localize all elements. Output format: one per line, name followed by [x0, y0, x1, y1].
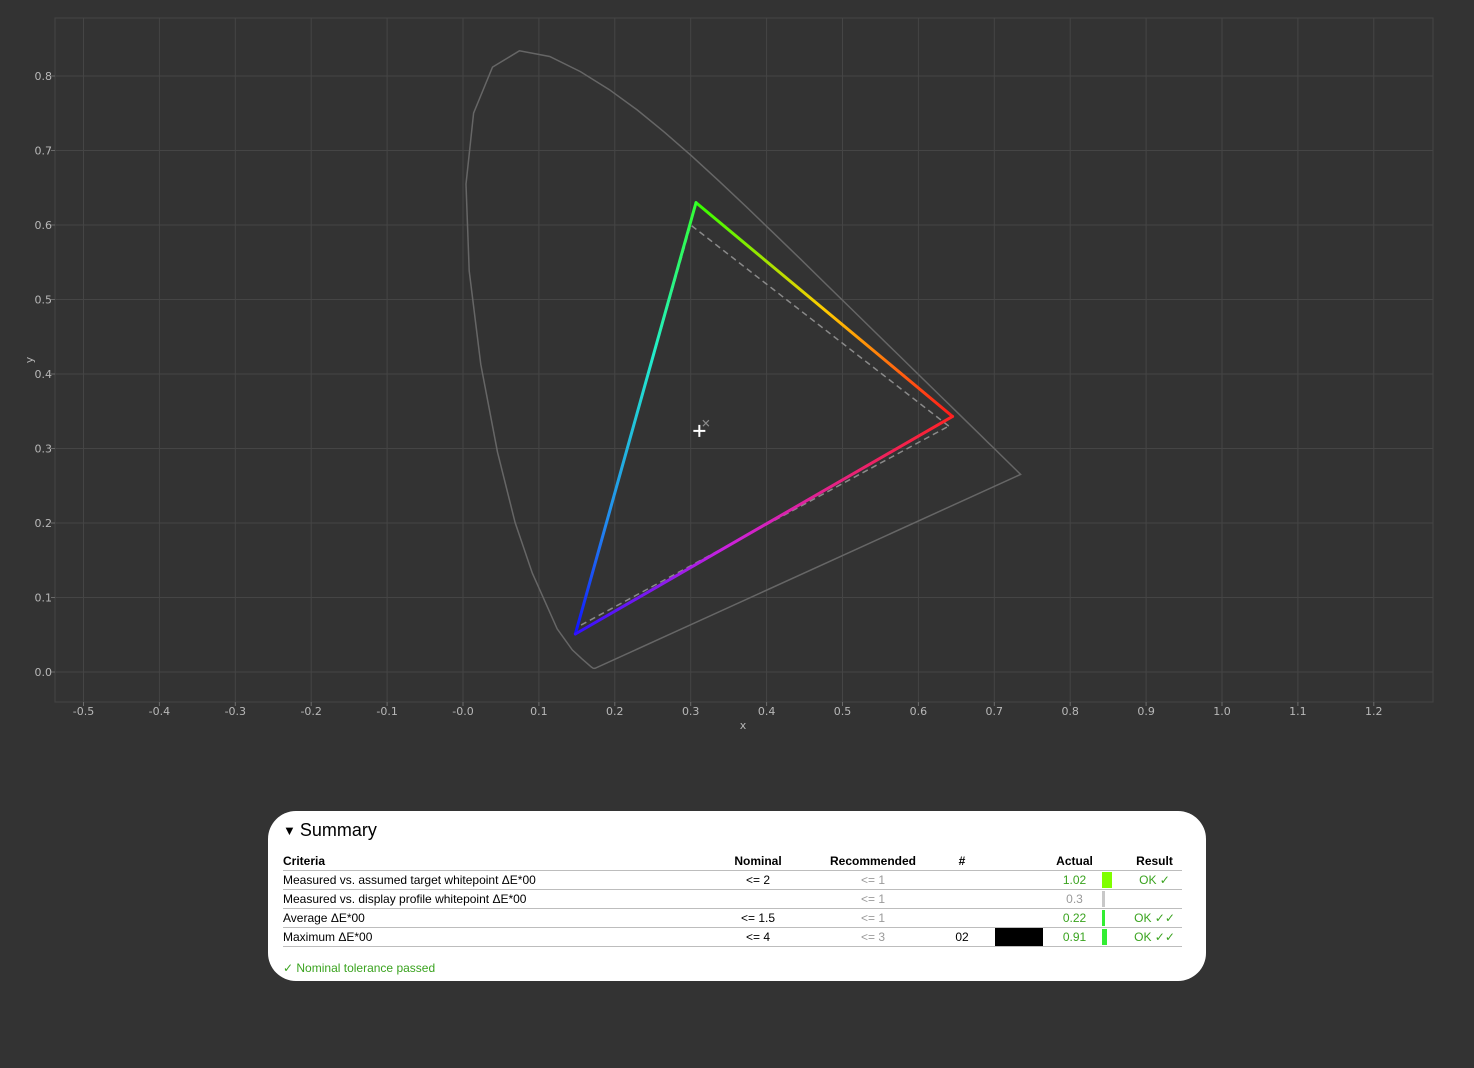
number-cell [933, 889, 991, 909]
summary-row: Average ΔE*00 <= 1.5 <= 1 0.22 OK ✓✓ [283, 908, 1182, 928]
x-tick-label: 1.1 [1289, 705, 1307, 718]
y-tick-label: 0.2 [35, 517, 53, 530]
number-header: # [933, 851, 991, 871]
actual-bar [1102, 929, 1107, 945]
plot-area [54, 17, 1434, 703]
color-swatch-cell [991, 908, 1047, 928]
recommended-header: Recommended [813, 851, 933, 871]
x-tick-label: 0.9 [1137, 705, 1155, 718]
actual-cell: 0.91 [1047, 927, 1102, 947]
nominal-cell: <= 1.5 [703, 908, 813, 928]
summary-row: Measured vs. assumed target whitepoint Δ… [283, 870, 1182, 890]
x-tick-label: 1.2 [1365, 705, 1383, 718]
number-cell: 02 [933, 927, 991, 947]
x-tick-label: 0.8 [1061, 705, 1079, 718]
actual-bar [1102, 872, 1112, 888]
collapse-triangle-icon[interactable]: ▼ [283, 823, 296, 838]
criteria-cell: Maximum ΔE*00 [283, 927, 703, 947]
x-tick-label: 1.0 [1213, 705, 1231, 718]
x-tick-label: -0.3 [225, 705, 246, 718]
y-tick-label: 0.4 [35, 368, 53, 381]
y-tick-label: 0.5 [35, 294, 53, 307]
actual-cell: 0.22 [1047, 908, 1102, 928]
actual-header: Actual [1047, 851, 1102, 871]
swatch-header [991, 851, 1047, 871]
summary-row: Measured vs. display profile whitepoint … [283, 889, 1182, 909]
result-cell: OK ✓✓ [1127, 927, 1182, 947]
summary-heading[interactable]: ▼ Summary [283, 819, 1183, 841]
y-tick-label: 0.7 [35, 145, 53, 158]
actual-cell: 1.02 [1047, 870, 1102, 890]
summary-header-row: Criteria Nominal Recommended # Actual Re… [283, 851, 1182, 871]
y-axis-ticks: 0.0 0.1 0.2 0.3 0.4 0.5 0.6 0.7 0.8 [35, 70, 55, 679]
nominal-cell [703, 889, 813, 909]
y-tick-label: 0.8 [35, 70, 53, 83]
y-tick-label: 0.3 [35, 443, 53, 456]
recommended-cell: <= 1 [813, 908, 933, 928]
result-header: Result [1127, 851, 1182, 871]
nominal-cell: <= 4 [703, 927, 813, 947]
criteria-cell: Average ΔE*00 [283, 908, 703, 928]
summary-table: Criteria Nominal Recommended # Actual Re… [283, 851, 1182, 947]
actual-cell: 0.3 [1047, 889, 1102, 909]
actual-bar [1102, 910, 1105, 926]
x-tick-label: -0.1 [376, 705, 397, 718]
x-tick-label: 0.5 [834, 705, 852, 718]
x-tick-label: -0.5 [73, 705, 94, 718]
y-tick-label: 0.0 [35, 666, 53, 679]
y-tick-label: 0.1 [35, 592, 53, 605]
color-swatch [995, 928, 1043, 946]
x-tick-label: -0.0 [452, 705, 473, 718]
x-tick-label: 0.4 [758, 705, 776, 718]
x-tick-label: -0.2 [300, 705, 321, 718]
summary-title: Summary [299, 819, 377, 840]
bar-header [1102, 851, 1127, 871]
x-tick-label: 0.1 [530, 705, 548, 718]
recommended-cell: <= 3 [813, 927, 933, 947]
x-tick-label: 0.2 [606, 705, 624, 718]
color-swatch-cell [991, 927, 1047, 947]
actual-bar-cell [1102, 927, 1127, 947]
cie-xy-chromaticity-chart: -0.5 -0.4 -0.3 -0.2 -0.1 -0.0 0.1 0.2 0.3 0.4 0.5 0… [23, 17, 1434, 732]
recommended-cell: <= 1 [813, 870, 933, 890]
x-tick-label: -0.4 [149, 705, 170, 718]
result-cell: OK ✓✓ [1127, 908, 1182, 928]
number-cell [933, 870, 991, 890]
criteria-cell: Measured vs. display profile whitepoint … [283, 889, 703, 909]
number-cell [933, 908, 991, 928]
x-tick-label: 0.7 [986, 705, 1004, 718]
recommended-cell: <= 1 [813, 889, 933, 909]
actual-bar-cell [1102, 908, 1127, 928]
x-axis-label: x [740, 719, 747, 732]
criteria-header: Criteria [283, 851, 703, 871]
criteria-cell: Measured vs. assumed target whitepoint Δ… [283, 870, 703, 890]
actual-bar [1102, 891, 1105, 907]
tolerance-status: ✓ Nominal tolerance passed [283, 961, 436, 975]
x-tick-label: 0.6 [910, 705, 928, 718]
x-axis-ticks: -0.5 -0.4 -0.3 -0.2 -0.1 -0.0 0.1 0.2 0.3 0.4 0.5 0… [73, 702, 1383, 718]
result-cell: OK ✓ [1127, 870, 1182, 890]
nominal-header: Nominal [703, 851, 813, 871]
result-cell [1127, 889, 1182, 909]
color-swatch-cell [991, 889, 1047, 909]
summary-panel: ▼ Summary Criteria Nominal Recommended #… [268, 811, 1206, 981]
actual-bar-cell [1102, 889, 1127, 909]
actual-bar-cell [1102, 870, 1127, 890]
x-tick-label: 0.3 [682, 705, 700, 718]
y-axis-label: y [23, 356, 36, 363]
nominal-cell: <= 2 [703, 870, 813, 890]
color-swatch-cell [991, 870, 1047, 890]
summary-row: Maximum ΔE*00 <= 4 <= 3 02 0.91 OK ✓✓ [283, 927, 1182, 947]
y-tick-label: 0.6 [35, 219, 53, 232]
